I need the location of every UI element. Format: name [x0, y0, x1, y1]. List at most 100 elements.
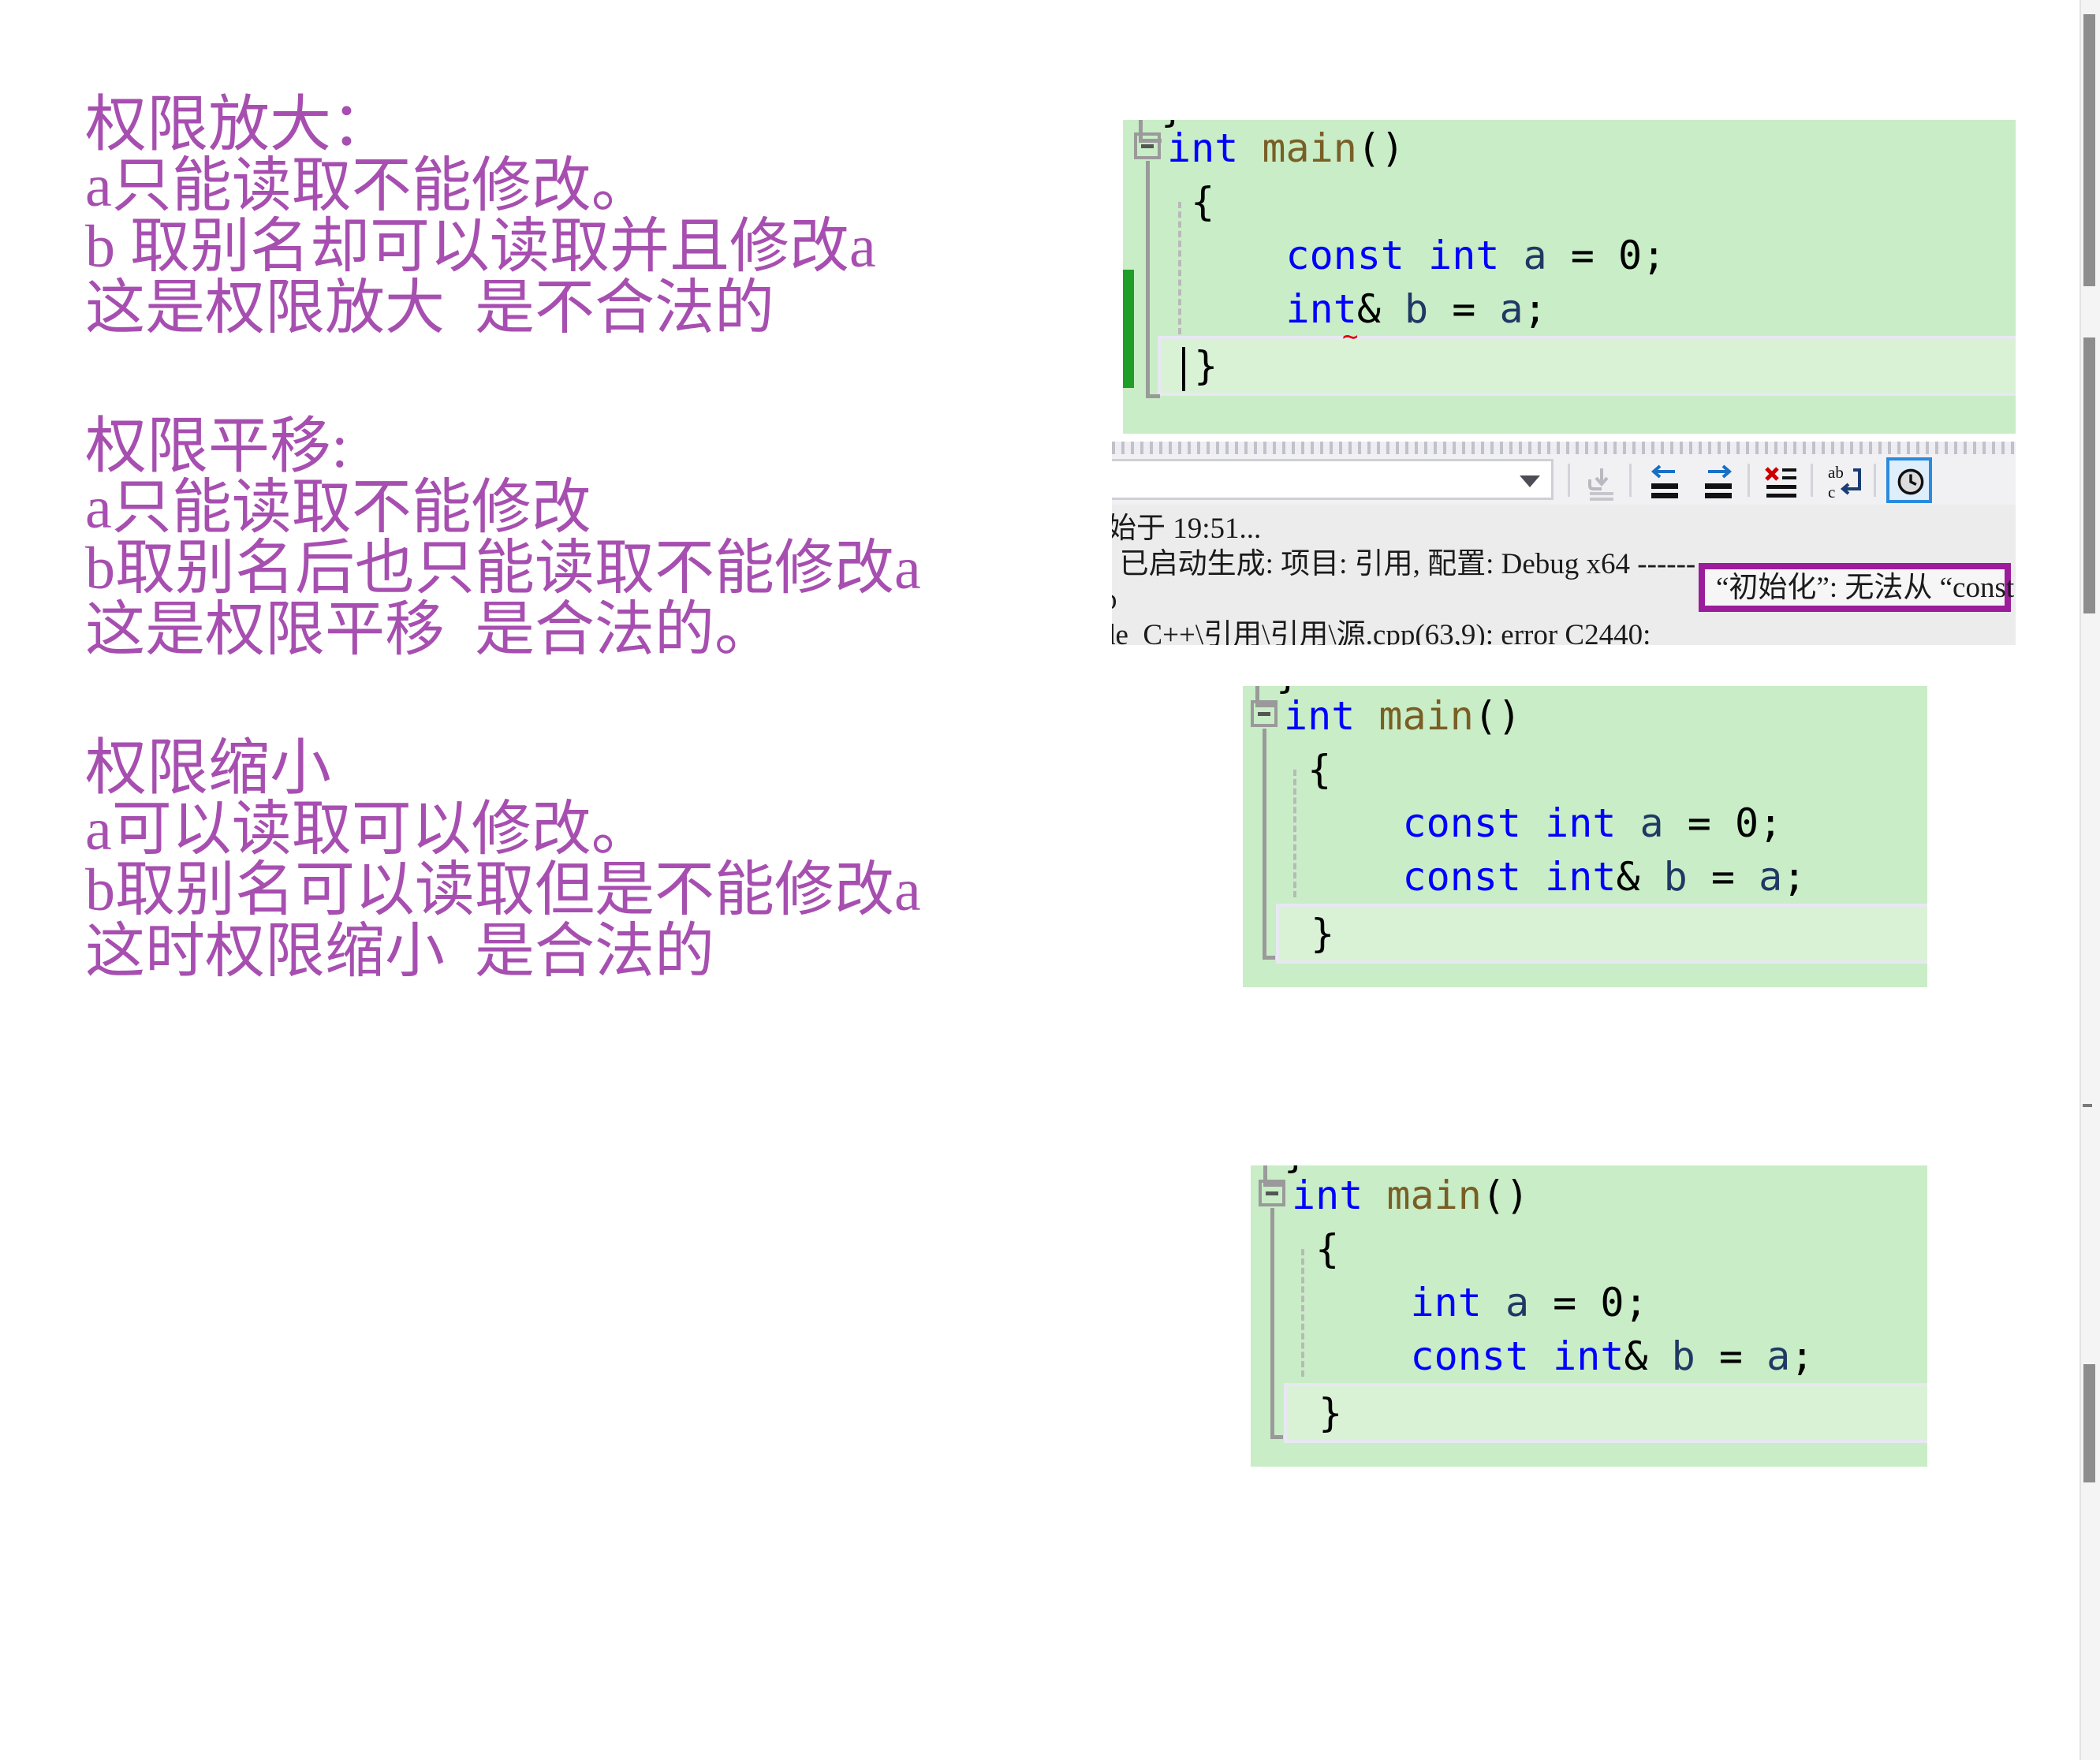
- scope-guide-line: [1270, 1208, 1274, 1438]
- note-heading: 权限放大：: [85, 90, 394, 158]
- code-token: b: [1671, 1333, 1695, 1379]
- code-line-tokens: }: [1287, 911, 1334, 956]
- code-block-enlarge[interactable]: } int main() { const int a = 0; int& b =…: [1123, 120, 2016, 434]
- note-line: a可以读取可以修改。: [85, 796, 651, 863]
- scrollbar-thumb[interactable]: [2083, 337, 2095, 613]
- code-token: a: [1523, 233, 1547, 278]
- output-toolbar: ab c: [1112, 454, 2016, 505]
- note-heading: 权限平移:: [85, 412, 349, 481]
- code-token: int: [1167, 125, 1239, 171]
- code-token: {: [1284, 747, 1332, 792]
- pane-splitter[interactable]: [1112, 442, 2016, 454]
- code-token: int: [1292, 1280, 1482, 1326]
- code-token: main: [1378, 693, 1474, 739]
- code-line: const int a = 0;: [1284, 796, 1927, 850]
- code-line: {: [1167, 175, 2016, 229]
- scope-guide-foot: [1263, 956, 1275, 960]
- code-line: int main(): [1284, 689, 1927, 743]
- code-token: =: [1687, 854, 1759, 900]
- code-token: ;: [1624, 1280, 1648, 1326]
- collapse-toggle-icon[interactable]: [1251, 700, 1278, 727]
- clear-all-icon[interactable]: [1759, 459, 1804, 505]
- code-token: b: [1663, 854, 1688, 900]
- code-token: int: [1292, 1173, 1363, 1218]
- collapse-toggle-icon[interactable]: [1259, 1180, 1285, 1206]
- note-line: b 取别名却可以读取并且修改a: [85, 214, 876, 281]
- note-line: 这是权限放大 是不合法的: [85, 274, 774, 341]
- error-message-text: “初始化”: 无法从 “const int” 转换为 “int &”: [1716, 571, 2015, 604]
- window-scrollbar[interactable]: [2079, 0, 2100, 1760]
- code-token: =: [1695, 1333, 1767, 1379]
- error-message-highlight: “初始化”: 无法从 “const int” 转换为 “int &”: [1699, 563, 2014, 612]
- code-line: const int& b = a;: [1292, 1329, 1927, 1383]
- navigate-back-icon[interactable]: [1642, 459, 1688, 505]
- chevron-down-icon[interactable]: [1520, 475, 1540, 487]
- output-line: 始于 19:51...: [1112, 513, 1262, 545]
- navigate-forward-icon[interactable]: [1695, 459, 1741, 505]
- code-token: 0: [1617, 233, 1643, 278]
- code-line-tokens: const int& b = a;: [1284, 854, 1807, 900]
- toolbar-separator: [1811, 464, 1813, 497]
- output-source-value: [1112, 461, 1551, 469]
- code-token: }: [1287, 911, 1335, 956]
- code-token: &: [1624, 1333, 1648, 1379]
- code-token: (): [1481, 1173, 1530, 1218]
- code-token: b: [1404, 286, 1429, 332]
- code-block-shrink[interactable]: } int main() { int a = 0; const int& b =…: [1251, 1165, 1927, 1467]
- note-block-permission-enlarge: 权限放大： a只能读取不能修改。 b 取别名却可以读取并且修改a 这是权限放大 …: [85, 93, 1142, 339]
- code-token: =: [1663, 800, 1735, 846]
- output-source-combo[interactable]: [1112, 459, 1554, 500]
- code-token: =: [1529, 1280, 1601, 1326]
- code-line-tokens: int a = 0;: [1292, 1280, 1648, 1326]
- code-token: }: [1295, 1390, 1343, 1436]
- code-token: const int: [1284, 800, 1617, 846]
- code-line: int& b = a;: [1167, 282, 2016, 336]
- toolbar-separator: [1874, 464, 1876, 497]
- code-token: a: [1639, 800, 1664, 846]
- code-token: (): [1356, 125, 1405, 171]
- note-line: b取别名后也只能读取不能修改a: [85, 535, 921, 602]
- code-line: int a = 0;: [1292, 1276, 1927, 1329]
- scrollbar-thumb[interactable]: [2083, 14, 2095, 286]
- scope-guide-line: [1146, 161, 1150, 397]
- code-token: &: [1616, 854, 1640, 900]
- svg-text:ab: ab: [1828, 463, 1844, 482]
- code-line-tokens: }: [1295, 1390, 1342, 1436]
- code-line-tokens: }: [1170, 343, 1218, 389]
- error-squiggle: ∼: [1342, 321, 1359, 352]
- code-token: =: [1428, 286, 1500, 332]
- clear-pane-icon[interactable]: [1579, 459, 1624, 505]
- code-line-tokens: const int a = 0;: [1284, 800, 1783, 846]
- code-token: (): [1473, 693, 1522, 739]
- scrollbar-thumb[interactable]: [2083, 1364, 2095, 1482]
- code-line: {: [1292, 1222, 1927, 1276]
- code-token: ;: [1782, 854, 1807, 900]
- code-token: 0: [1734, 800, 1759, 846]
- code-token: a: [1766, 1333, 1791, 1379]
- note-line: 这时权限缩小 是合法的: [85, 918, 714, 985]
- toggle-word-wrap-icon[interactable]: ab c: [1822, 459, 1867, 505]
- code-token: &: [1356, 286, 1381, 332]
- code-line-current: }: [1284, 1383, 1927, 1443]
- code-lines: int main() { const int a = 0; const int&…: [1243, 686, 1927, 964]
- code-line-tokens: const int& b = a;: [1292, 1333, 1815, 1379]
- toolbar-separator: [1629, 464, 1632, 497]
- code-token: a: [1505, 1280, 1530, 1326]
- output-pane[interactable]: ab c 始于 19:51... - 已启动生成: 项目: 引用, 配置: De…: [1112, 442, 2016, 645]
- code-token: }: [1170, 343, 1218, 389]
- code-block-equal[interactable]: } int main() { const int a = 0; const in…: [1243, 686, 1927, 987]
- code-line-tokens: {: [1292, 1226, 1339, 1272]
- note-block-permission-equal: 权限平移: a只能读取不能修改 b取别名后也只能读取不能修改a 这是权限平移 是…: [85, 415, 1142, 661]
- code-token: ;: [1790, 1333, 1815, 1379]
- collapse-toggle-icon[interactable]: [1134, 132, 1161, 159]
- scope-guide-line: [1263, 729, 1266, 959]
- scrollbar-tick: [2083, 1104, 2092, 1107]
- code-line: int main(): [1292, 1169, 1927, 1222]
- scope-guide-foot: [1146, 394, 1160, 398]
- show-timestamps-icon[interactable]: [1886, 457, 1932, 503]
